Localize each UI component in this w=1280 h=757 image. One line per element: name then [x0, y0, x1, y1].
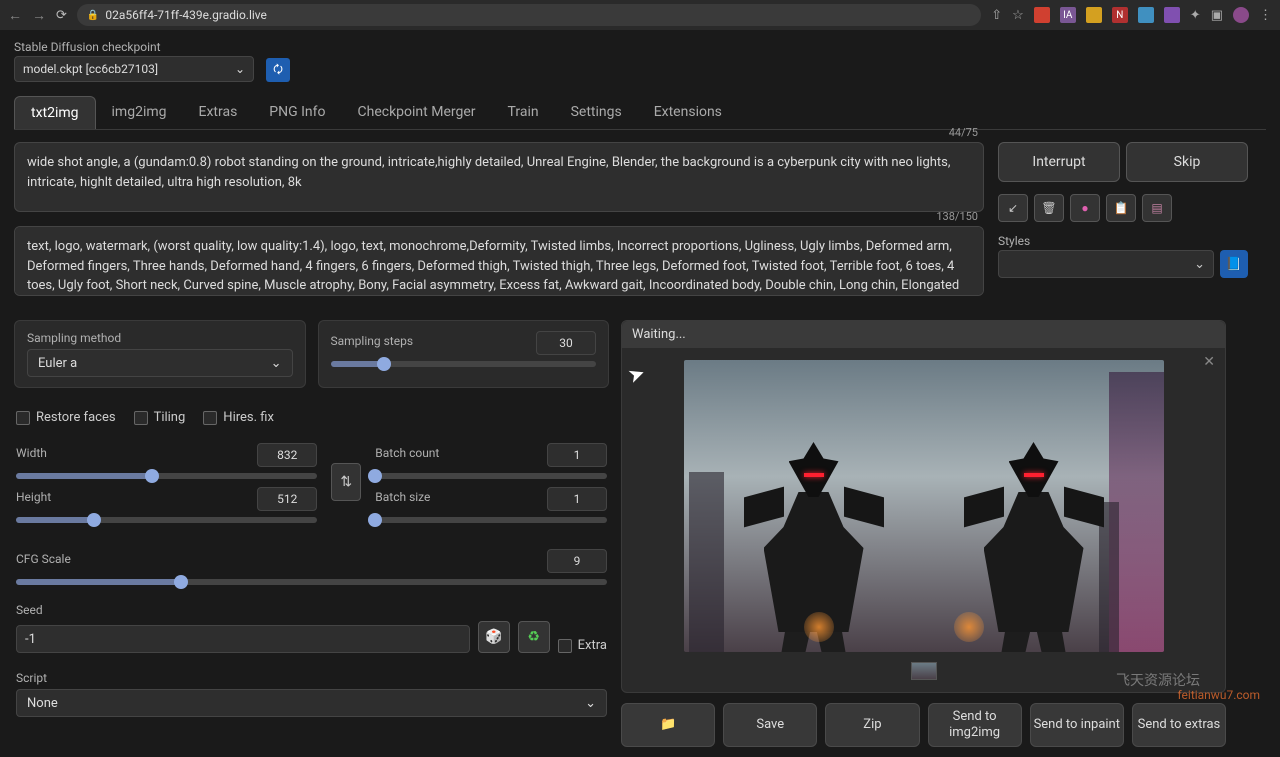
- script-label: Script: [16, 671, 607, 685]
- star-icon[interactable]: ☆: [1012, 8, 1024, 23]
- random-seed-button[interactable]: 🎲: [478, 621, 510, 653]
- batch-count-label: Batch count: [375, 446, 439, 460]
- file-button[interactable]: ▤: [1142, 194, 1172, 222]
- width-slider[interactable]: [16, 473, 317, 479]
- width-value[interactable]: 832: [257, 443, 317, 467]
- batch-count-value[interactable]: 1: [547, 443, 607, 467]
- arrow-button[interactable]: ↙: [998, 194, 1028, 222]
- clipboard-button[interactable]: 📋: [1106, 194, 1136, 222]
- prompt-token-count: 44/75: [949, 126, 978, 139]
- output-image[interactable]: [684, 360, 1164, 652]
- extension-icons: IA N ✦ ▣ ⋮: [1034, 7, 1272, 23]
- panel-icon[interactable]: ▣: [1211, 8, 1223, 23]
- ext-icon-ia[interactable]: IA: [1060, 7, 1076, 23]
- sampling-method-select[interactable]: Euler a ⌄: [27, 349, 293, 377]
- sampling-method-label: Sampling method: [27, 331, 293, 345]
- puzzle-icon[interactable]: ✦: [1190, 8, 1201, 23]
- prompt-input[interactable]: [14, 142, 984, 212]
- tab-extensions[interactable]: Extensions: [638, 96, 738, 129]
- restore-faces-checkbox[interactable]: Restore faces: [16, 410, 116, 425]
- browser-bar: ← → ⟳ 🔒 02a56ff4-71ff-439e.gradio.live ⇧…: [0, 0, 1280, 30]
- url-text: 02a56ff4-71ff-439e.gradio.live: [105, 8, 267, 22]
- sampling-steps-value[interactable]: 30: [536, 331, 596, 355]
- script-select[interactable]: None ⌄: [16, 689, 607, 717]
- ext-icon-n[interactable]: N: [1112, 7, 1128, 23]
- cfg-value[interactable]: 9: [547, 549, 607, 573]
- lock-icon: 🔒: [87, 10, 99, 21]
- height-label: Height: [16, 490, 51, 504]
- hires-fix-checkbox[interactable]: Hires. fix: [203, 410, 274, 425]
- sampling-steps-label: Sampling steps: [331, 334, 414, 348]
- ext-icon-3[interactable]: [1086, 7, 1102, 23]
- checkpoint-row: Stable Diffusion checkpoint model.ckpt […: [14, 40, 1266, 82]
- seed-input[interactable]: [16, 625, 470, 653]
- tabs: txt2img img2img Extras PNG Info Checkpoi…: [14, 96, 1266, 130]
- batch-size-value[interactable]: 1: [547, 487, 607, 511]
- ext-icon-1[interactable]: [1034, 7, 1050, 23]
- tab-train[interactable]: Train: [492, 96, 555, 129]
- height-slider[interactable]: [16, 517, 317, 523]
- tab-settings[interactable]: Settings: [555, 96, 638, 129]
- watermark-text-1: 飞天资源论坛: [1116, 670, 1200, 690]
- negative-prompt-input[interactable]: [14, 226, 984, 296]
- batch-size-label: Batch size: [375, 490, 430, 504]
- reuse-seed-button[interactable]: ♻: [518, 621, 550, 653]
- thumbnail[interactable]: [911, 662, 937, 680]
- tab-img2img[interactable]: img2img: [96, 96, 183, 129]
- skip-button[interactable]: Skip: [1126, 142, 1248, 182]
- checkpoint-refresh-button[interactable]: 🗘: [266, 58, 290, 82]
- trash-button[interactable]: 🗑: [1034, 194, 1064, 222]
- chevron-down-icon: ⌄: [235, 62, 245, 76]
- open-folder-button[interactable]: 📁: [621, 703, 715, 747]
- cfg-slider[interactable]: [16, 579, 607, 585]
- batch-size-slider[interactable]: [375, 517, 607, 523]
- seed-label: Seed: [16, 603, 607, 617]
- output-status: Waiting...: [622, 321, 1225, 348]
- send-img2img-button[interactable]: Send to img2img: [928, 703, 1022, 747]
- send-inpaint-button[interactable]: Send to inpaint: [1030, 703, 1124, 747]
- send-extras-button[interactable]: Send to extras: [1132, 703, 1226, 747]
- width-label: Width: [16, 446, 47, 460]
- menu-icon[interactable]: ⋮: [1259, 8, 1272, 23]
- checkpoint-select[interactable]: model.ckpt [cc6cb27103] ⌄: [14, 56, 254, 82]
- ext-icon-5[interactable]: [1138, 7, 1154, 23]
- neg-prompt-token-count: 138/150: [936, 210, 978, 223]
- tab-extras[interactable]: Extras: [183, 96, 254, 129]
- close-icon[interactable]: ✕: [1203, 354, 1215, 370]
- palette-button[interactable]: ●: [1070, 194, 1100, 222]
- sampling-steps-slider[interactable]: [331, 361, 597, 367]
- cfg-label: CFG Scale: [16, 552, 71, 566]
- styles-apply-button[interactable]: 📘: [1220, 250, 1248, 278]
- height-value[interactable]: 512: [257, 487, 317, 511]
- share-icon[interactable]: ⇧: [991, 8, 1002, 23]
- save-button[interactable]: Save: [723, 703, 817, 747]
- avatar[interactable]: [1233, 7, 1249, 23]
- reload-icon[interactable]: ⟳: [56, 8, 67, 23]
- tab-checkpoint-merger[interactable]: Checkpoint Merger: [342, 96, 492, 129]
- batch-count-slider[interactable]: [375, 473, 607, 479]
- tiling-checkbox[interactable]: Tiling: [134, 410, 186, 425]
- tab-pnginfo[interactable]: PNG Info: [253, 96, 341, 129]
- back-icon[interactable]: ←: [8, 7, 22, 24]
- output-panel: Waiting... ✕: [621, 320, 1226, 693]
- zip-button[interactable]: Zip: [825, 703, 919, 747]
- ext-icon-6[interactable]: [1164, 7, 1180, 23]
- chevron-down-icon: ⌄: [1194, 257, 1205, 272]
- checkpoint-label: Stable Diffusion checkpoint: [14, 40, 254, 54]
- chevron-down-icon: ⌄: [585, 696, 596, 711]
- chevron-down-icon: ⌄: [271, 356, 282, 371]
- extra-seed-checkbox[interactable]: Extra: [558, 638, 607, 653]
- swap-dimensions-button[interactable]: ⇅: [331, 463, 361, 501]
- styles-select[interactable]: ⌄: [998, 250, 1214, 278]
- tab-txt2img[interactable]: txt2img: [14, 96, 96, 129]
- url-bar[interactable]: 🔒 02a56ff4-71ff-439e.gradio.live: [77, 4, 981, 26]
- forward-icon[interactable]: →: [32, 7, 46, 24]
- interrupt-button[interactable]: Interrupt: [998, 142, 1120, 182]
- watermark-text-2: feitianwu7.com: [1178, 688, 1261, 702]
- styles-label: Styles: [998, 234, 1214, 248]
